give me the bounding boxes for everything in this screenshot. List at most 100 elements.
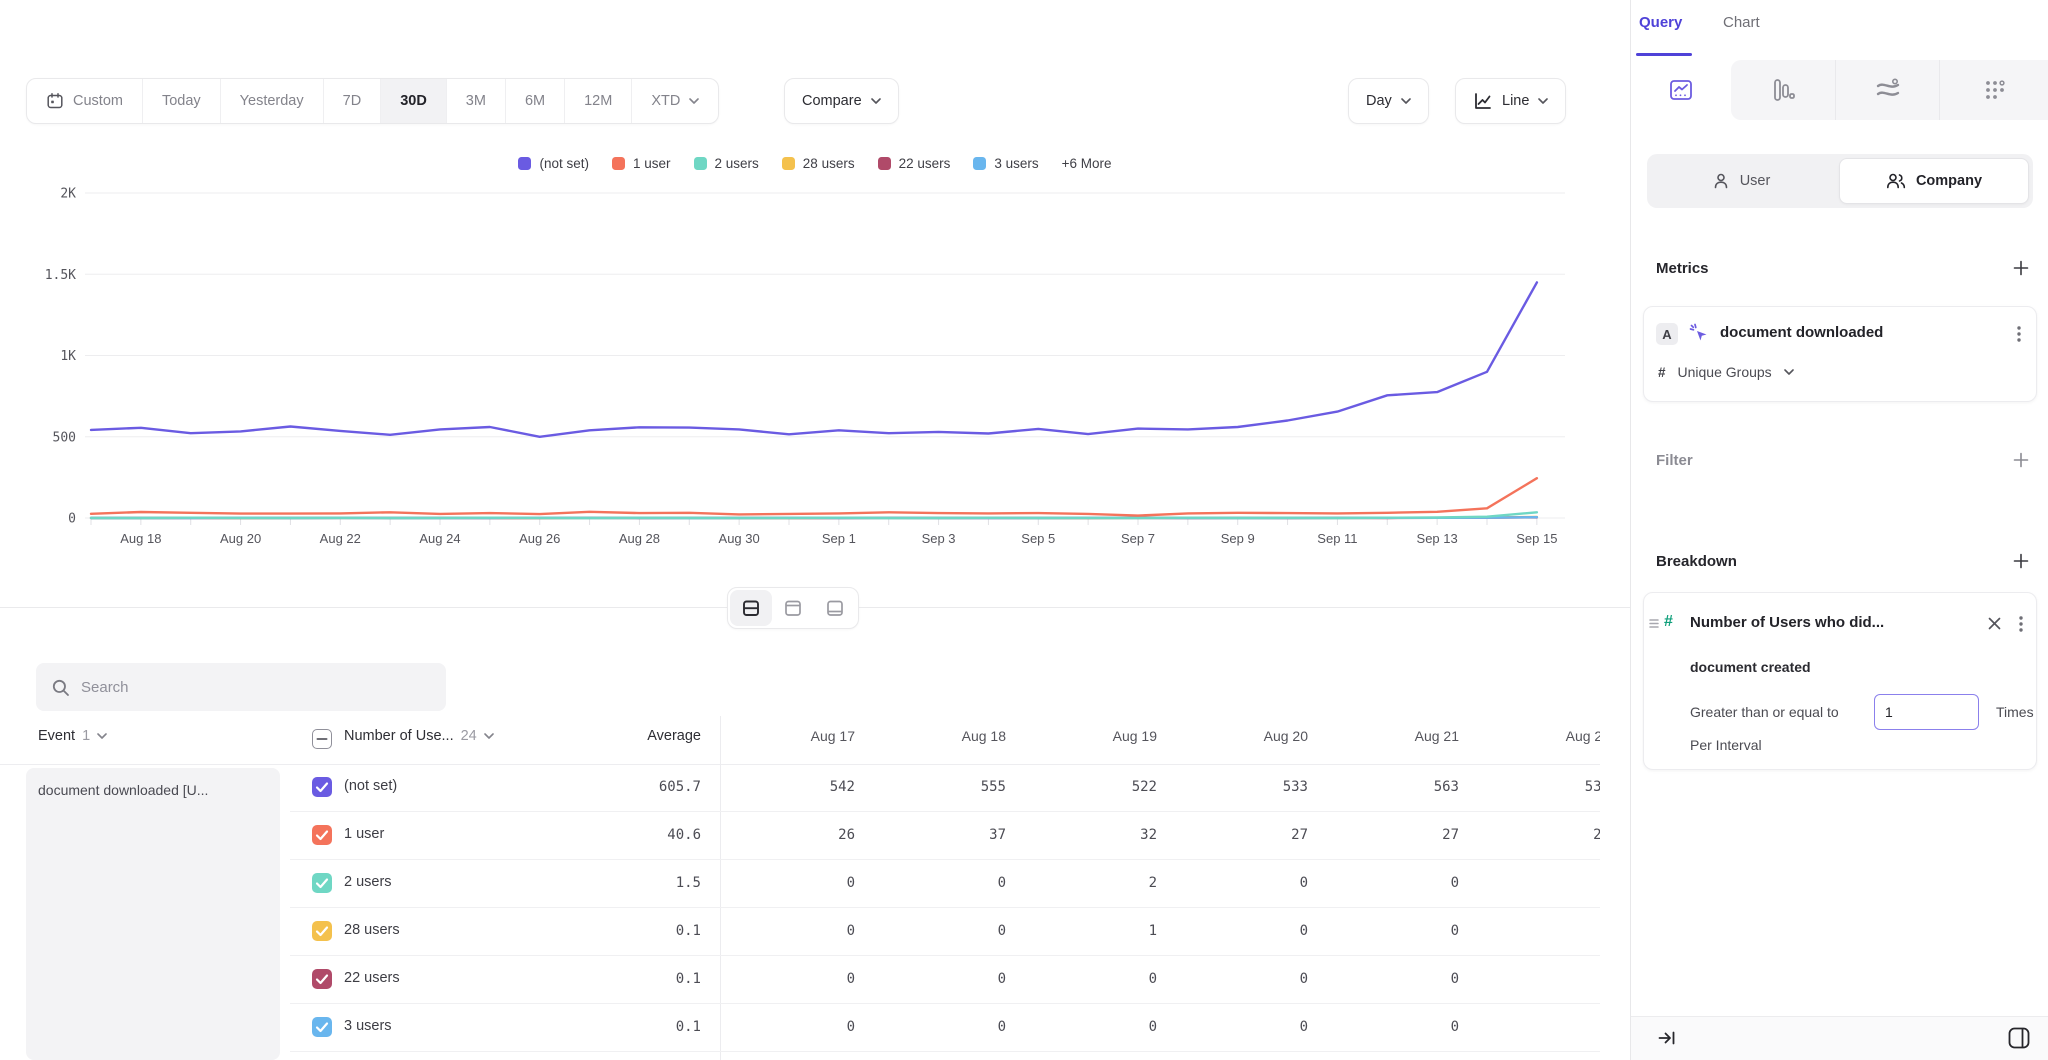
legend-item[interactable]: 28 users (782, 156, 855, 171)
row-checkbox[interactable] (312, 825, 332, 845)
chevron-down-icon (484, 733, 494, 739)
row-cell-value: 32 (1017, 827, 1157, 843)
svg-text:Sep 3: Sep 3 (922, 531, 956, 546)
scope-user-option[interactable]: User (1647, 154, 1835, 208)
event-header-label: Event (38, 728, 75, 744)
row-cell-value: 0 (866, 1019, 1006, 1035)
event-column-dropdown[interactable]: Event 1 (38, 728, 107, 744)
row-cell-value: 0 (1168, 971, 1308, 987)
metric-card[interactable]: A document downloaded # Unique Groups (1643, 306, 2037, 402)
row-checkbox[interactable] (312, 873, 332, 893)
svg-text:Aug 22: Aug 22 (320, 531, 361, 546)
legend-item[interactable]: 22 users (878, 156, 951, 171)
series-line-1-user (91, 478, 1537, 515)
drag-handle-icon[interactable] (1648, 617, 1660, 629)
chart-type-bar-tile[interactable] (1731, 60, 1835, 120)
layout-chart-only-button[interactable] (772, 590, 814, 626)
row-cell-value: 37 (866, 827, 1006, 843)
row-cell-value: 0 (1470, 923, 1600, 939)
legend-swatch (973, 157, 986, 170)
chevron-down-icon (97, 733, 107, 739)
collapse-panel-icon[interactable] (1657, 1028, 1677, 1048)
table-row: (not set)605.7542555522533563536 (290, 764, 1600, 812)
scope-company-label: Company (1916, 173, 1982, 189)
chart-type-flow-tile[interactable] (1835, 60, 1939, 120)
row-cell-value: 0 (1319, 923, 1459, 939)
range-7d-button[interactable]: 7D (324, 79, 382, 123)
date-column-header: Aug 18 (866, 728, 1006, 744)
aggregation-dropdown[interactable]: # Unique Groups (1658, 364, 1794, 380)
row-cell-value: 0 (715, 923, 855, 939)
metric-kebab-menu[interactable] (2010, 323, 2028, 345)
add-filter-button[interactable] (2009, 448, 2033, 472)
range-yesterday-button[interactable]: Yesterday (221, 79, 324, 123)
range-label: Custom (73, 93, 123, 109)
event-name-cell[interactable]: document downloaded [U... (26, 768, 280, 1060)
legend-label: 1 user (633, 156, 671, 171)
row-cell-value: 27 (1319, 827, 1459, 843)
range-6m-button[interactable]: 6M (506, 79, 565, 123)
breakdown-per-interval-label: Per Interval (1690, 737, 1762, 753)
layout-switcher (727, 587, 859, 629)
remove-breakdown-icon[interactable] (1984, 613, 2004, 633)
breakdown-value-input[interactable] (1874, 694, 1979, 730)
row-checkbox[interactable] (312, 969, 332, 989)
legend-item[interactable]: 1 user (612, 156, 671, 171)
row-label: 22 users (344, 970, 400, 986)
group-column-dropdown[interactable]: Number of Use... 24 (344, 728, 494, 744)
add-breakdown-button[interactable] (2009, 549, 2033, 573)
scope-user-label: User (1740, 173, 1771, 189)
row-cell-value: 1 (1017, 923, 1157, 939)
svg-text:2K: 2K (60, 187, 76, 202)
row-average-value: 0.1 (581, 971, 701, 987)
row-label: (not set) (344, 778, 397, 794)
legend-item[interactable]: 3 users (973, 156, 1038, 171)
svg-text:Aug 28: Aug 28 (619, 531, 660, 546)
breakdown-card[interactable]: # Number of Users who did... document cr… (1643, 592, 2037, 770)
row-average-value: 40.6 (581, 827, 701, 843)
row-cell-value: 0 (866, 923, 1006, 939)
toggle-right-panel-icon[interactable] (2007, 1026, 2031, 1050)
layout-split-view-button[interactable] (730, 590, 772, 626)
row-checkbox[interactable] (312, 777, 332, 797)
range-today-button[interactable]: Today (143, 79, 221, 123)
range-label: XTD (651, 93, 680, 109)
range-3m-button[interactable]: 3M (447, 79, 506, 123)
add-metric-button[interactable] (2009, 256, 2033, 280)
compare-button[interactable]: Compare (784, 78, 899, 124)
legend-item[interactable]: (not set) (518, 156, 589, 171)
row-checkbox[interactable] (312, 1017, 332, 1037)
svg-text:Aug 18: Aug 18 (120, 531, 161, 546)
scope-company-option[interactable]: Company (1839, 158, 2029, 204)
svg-text:Sep 13: Sep 13 (1417, 531, 1458, 546)
tab-query[interactable]: Query (1639, 14, 1682, 31)
chart-type-grid-tile[interactable] (1939, 60, 2048, 120)
range-custom-button[interactable]: Custom (27, 79, 143, 123)
chart-type-line-tile[interactable] (1631, 60, 1731, 120)
layout-table-only-button[interactable] (814, 590, 856, 626)
select-all-checkbox[interactable] (312, 729, 332, 749)
number-icon: # (1658, 365, 1666, 380)
date-column-header: Aug 21 (1319, 728, 1459, 744)
range-label: 3M (466, 93, 486, 109)
legend-item[interactable]: 2 users (694, 156, 759, 171)
chevron-down-icon (1401, 98, 1411, 104)
query-panel: Query Chart User Company (1630, 0, 2048, 1060)
legend-swatch (782, 157, 795, 170)
chart-type-dropdown[interactable]: Line (1455, 78, 1566, 124)
company-users-icon (1886, 172, 1906, 190)
tab-chart[interactable]: Chart (1723, 14, 1760, 31)
legend-more-link[interactable]: +6 More (1062, 156, 1112, 171)
range-xtd-button[interactable]: XTD (632, 79, 718, 123)
range-label: 6M (525, 93, 545, 109)
range-12m-button[interactable]: 12M (565, 79, 632, 123)
row-cell-value: 542 (715, 779, 855, 795)
range-30d-button[interactable]: 30D (381, 79, 447, 123)
chevron-down-icon (871, 98, 881, 104)
breakdown-kebab-menu[interactable] (2012, 613, 2030, 635)
row-checkbox[interactable] (312, 921, 332, 941)
chevron-down-icon (1784, 369, 1794, 375)
search-input[interactable] (81, 679, 421, 696)
row-cell-value: 0 (715, 1019, 855, 1035)
interval-dropdown[interactable]: Day (1348, 78, 1429, 124)
